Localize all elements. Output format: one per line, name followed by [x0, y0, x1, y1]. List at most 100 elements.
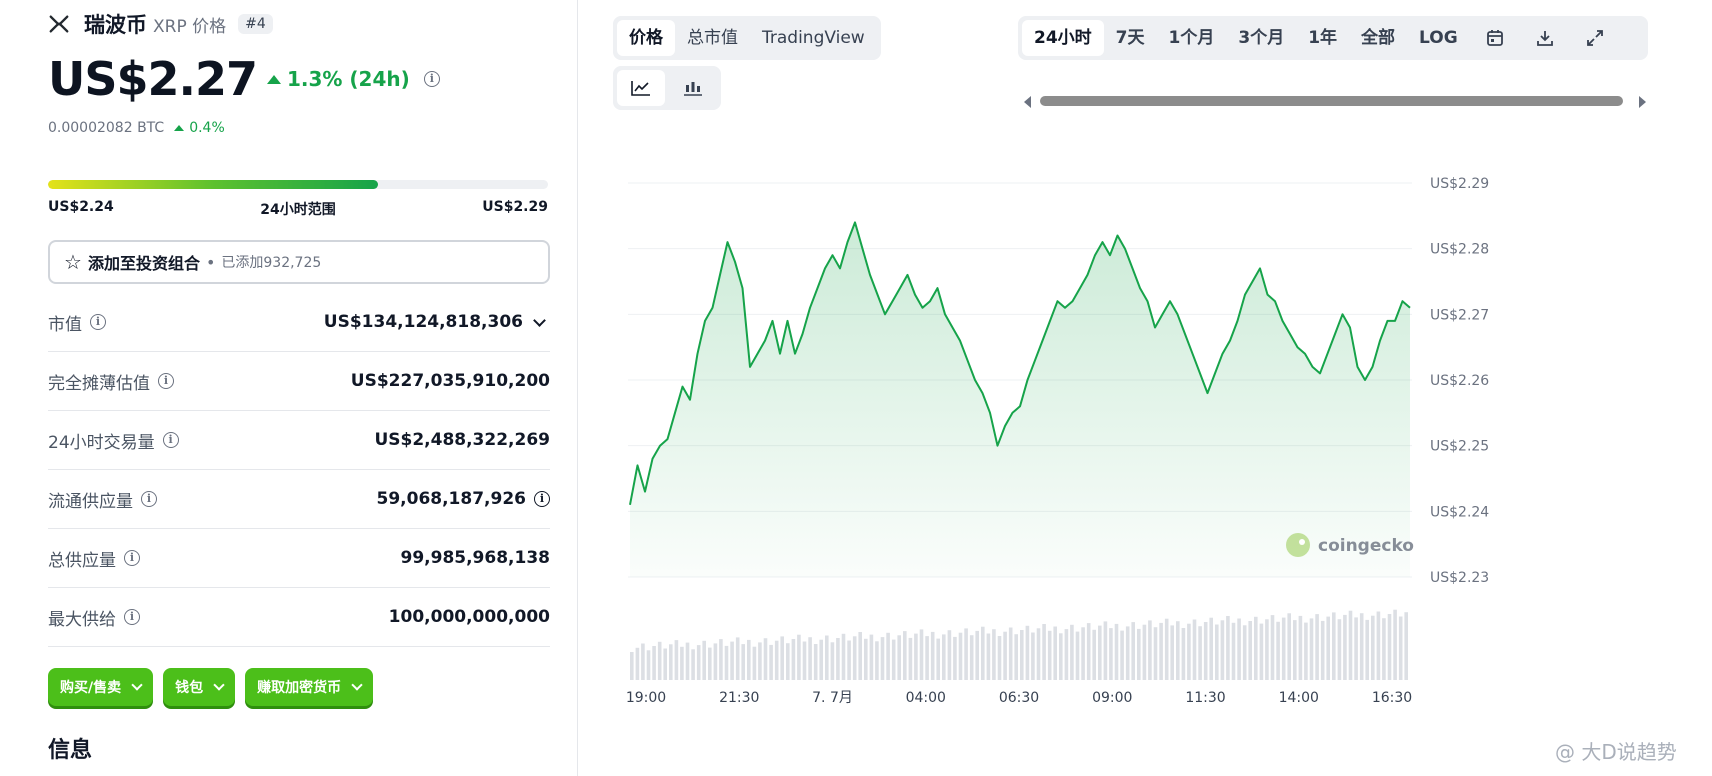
buy-sell-button[interactable]: 购买/售卖 — [48, 668, 154, 706]
calendar-button[interactable] — [1470, 20, 1520, 56]
btc-price: 0.00002082 BTC — [48, 120, 165, 136]
line-chart-button[interactable] — [617, 70, 665, 106]
volume-bar — [1242, 625, 1247, 680]
coin-page: 瑞波币 XRP 价格 #4 US$2.27 1.3% (24h) i 0.000… — [0, 0, 1712, 776]
stat-label: 流通供应量 — [48, 491, 133, 512]
volume-bar — [830, 642, 835, 680]
scroll-thumb[interactable] — [1040, 96, 1623, 106]
expand-icon — [1586, 30, 1603, 46]
chart-scrollbar[interactable] — [1020, 92, 1650, 110]
price-change-24h: 1.3% (24h) — [266, 67, 410, 91]
x-tick-label: 19:00 — [626, 690, 666, 706]
chevron-down-icon — [533, 313, 546, 327]
volume-bar — [1354, 617, 1358, 680]
candlestick-chart-button[interactable] — [669, 70, 717, 106]
scroll-right-arrow-icon[interactable] — [1639, 96, 1646, 108]
volume-bar — [981, 626, 985, 680]
volume-bar — [724, 645, 729, 680]
volume-bar — [1031, 632, 1035, 680]
volume-bar — [813, 644, 818, 680]
volume-bar — [1404, 612, 1408, 680]
volume-bar — [696, 645, 701, 680]
volume-bar — [819, 639, 823, 680]
volume-bar — [652, 646, 656, 680]
volume-bar — [1371, 615, 1375, 680]
volume-bar — [836, 638, 840, 680]
volume-bar — [1064, 629, 1069, 680]
info-icon[interactable]: i — [423, 71, 440, 87]
info-icon[interactable]: i — [158, 373, 174, 389]
volume-bar — [1281, 617, 1286, 680]
range-24h-bar — [48, 180, 548, 189]
volume-bar — [852, 636, 857, 680]
fullscreen-button[interactable] — [1570, 20, 1620, 56]
volume-bar — [1086, 623, 1091, 680]
add-to-portfolio-button[interactable]: ☆ 添加至投资组合 • 已添加932,725 — [48, 240, 550, 284]
stat-row-volume: 24小时交易量 i US$2,488,322,269 — [48, 411, 550, 470]
volume-bar — [674, 640, 679, 680]
stat-label-wrap: 市值 i — [48, 310, 106, 335]
range-log[interactable]: LOG — [1407, 20, 1470, 56]
volume-bar — [1081, 627, 1085, 680]
info-icon[interactable]: i — [162, 432, 179, 448]
volume-bar — [1382, 618, 1386, 680]
volume-bar — [869, 634, 874, 680]
rank-badge: #4 — [238, 14, 273, 34]
volume-bar — [1270, 615, 1275, 680]
volume-bar — [864, 638, 868, 680]
volume-bar — [719, 639, 723, 680]
volume-bar — [1309, 618, 1314, 680]
info-icon[interactable]: i — [141, 491, 157, 507]
info-icon[interactable]: i — [534, 491, 550, 507]
volume-bar — [969, 635, 974, 680]
range-7d[interactable]: 7天 — [1104, 20, 1157, 56]
volume-bar — [1248, 621, 1252, 680]
stat-label-wrap: 最大供给 i — [48, 605, 140, 630]
tab-tradingview[interactable]: TradingView — [750, 20, 877, 56]
wallet-button[interactable]: 钱包 — [163, 668, 236, 706]
earn-label: 赚取加密货币 — [257, 680, 342, 696]
volume-bar — [763, 638, 768, 680]
volume-bar — [702, 640, 706, 680]
range-24h[interactable]: 24小时 — [1022, 20, 1104, 56]
volume-bar — [1226, 616, 1230, 680]
stat-value-wrap[interactable]: US$134,124,818,306 — [324, 312, 550, 332]
volume-bar — [1008, 627, 1013, 680]
chevron-down-icon — [213, 679, 225, 691]
x-tick-label: 7. 7月 — [812, 690, 853, 706]
volume-bar — [1359, 613, 1364, 680]
volume-bar — [908, 637, 913, 680]
range-1m[interactable]: 1个月 — [1157, 20, 1227, 56]
volume-bar — [1120, 630, 1124, 680]
range-3m[interactable]: 3个月 — [1226, 20, 1296, 56]
volume-bar — [646, 650, 651, 680]
coin-title-row: 瑞波币 XRP 价格 #4 — [48, 10, 273, 38]
volume-bar — [1209, 617, 1213, 680]
stat-value: 59,068,187,926 — [376, 489, 527, 509]
info-icon[interactable]: i — [124, 609, 140, 625]
caret-up-icon — [266, 74, 281, 84]
volume-bar — [1332, 612, 1336, 680]
tab-market-cap[interactable]: 总市值 — [675, 20, 750, 56]
chart-tabs: 价格 总市值 TradingView — [613, 16, 881, 60]
download-icon — [1536, 31, 1553, 46]
earn-crypto-button[interactable]: 赚取加密货币 — [245, 668, 374, 706]
chevron-down-icon — [131, 679, 143, 691]
volume-bar — [1109, 628, 1113, 680]
range-1y[interactable]: 1年 — [1296, 20, 1349, 56]
info-icon[interactable]: i — [90, 314, 106, 330]
volume-bar — [1070, 624, 1074, 680]
volume-bar — [847, 640, 851, 680]
volume-bar — [919, 629, 924, 680]
volume-bar — [1298, 615, 1303, 680]
stat-value: 99,985,968,138 — [400, 548, 551, 568]
caret-up-icon — [174, 125, 185, 131]
range-all[interactable]: 全部 — [1349, 20, 1407, 56]
price-chart[interactable]: US$2.29 US$2.28 US$2.27 US$2.26 US$2.25 US$2.… — [600, 150, 1700, 776]
info-icon[interactable]: i — [124, 550, 140, 566]
stat-label: 24小时交易量 — [48, 432, 155, 453]
download-button[interactable] — [1520, 20, 1570, 56]
scroll-left-arrow-icon[interactable] — [1024, 96, 1031, 108]
volume-bar — [791, 639, 796, 680]
tab-price[interactable]: 价格 — [617, 20, 675, 56]
